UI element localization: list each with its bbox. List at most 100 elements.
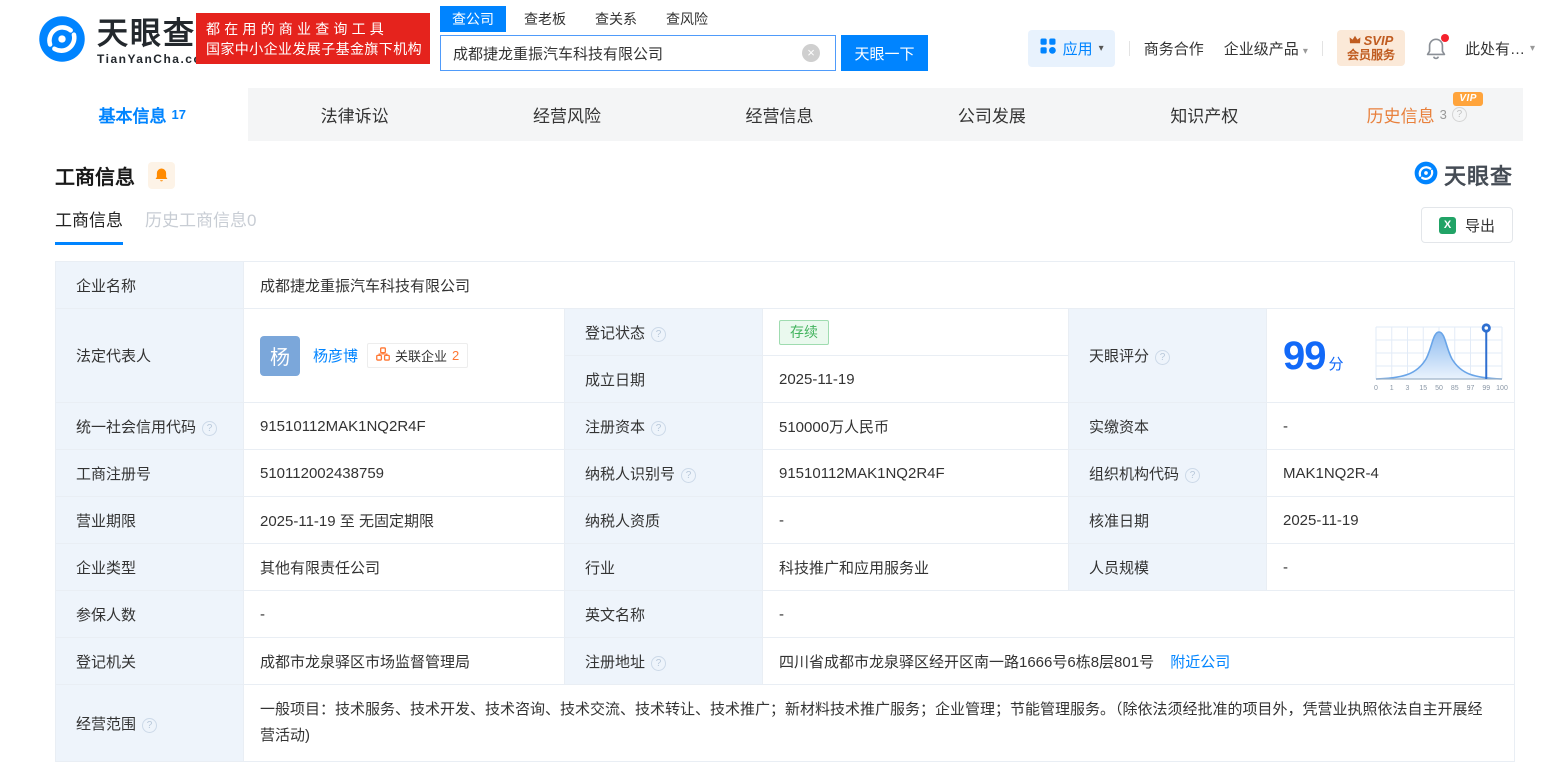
svg-text:85: 85 [1451,385,1459,392]
tab-label: 法律诉讼 [320,107,389,126]
help-icon[interactable]: ? [202,420,218,436]
svip-member-button[interactable]: SVIP 会员服务 [1336,30,1405,66]
chevron-down-icon: ▾ [1529,42,1535,54]
credit-code-label: 统一社会信用代码? [55,402,244,450]
business-scope-label: 经营范围? [55,684,244,762]
tab-legal-proceedings[interactable]: 法律诉讼 [248,88,460,141]
slogan-line-2: 国家中小企业发展子基金旗下机构 [206,41,422,57]
establish-date-value: 2025-11-19 [762,355,1069,403]
table-row: 登记机关 成都市龙泉驿区市场监督管理局 注册地址? 四川省成都市龙泉驿区经开区南… [55,637,1516,685]
credit-code-value: 91510112MAK1NQ2R4F [243,402,565,450]
industry-value: 科技推广和应用服务业 [762,543,1069,591]
company-name-label: 企业名称 [55,261,244,309]
svg-text:97: 97 [1467,385,1475,392]
table-row: 企业名称 成都捷龙重振汽车科技有限公司 [55,261,1516,309]
apps-menu[interactable]: 应用 ▾ [1027,29,1115,67]
tab-label: 知识产权 [1170,107,1239,126]
crown-icon [1349,33,1361,48]
registration-number-value: 510112002438759 [243,449,565,497]
table-row: 参保人数 - 英文名称 - [55,590,1516,638]
search-tab-boss[interactable]: 查老板 [524,9,566,29]
avatar[interactable]: 杨 [260,335,300,376]
help-icon[interactable]: ? [1451,107,1467,122]
nearby-companies-link[interactable]: 附近公司 [1170,654,1230,671]
table-row: 统一社会信用代码? 91510112MAK1NQ2R4F 注册资本? 51000… [55,402,1516,450]
business-term-label: 营业期限 [55,496,244,544]
svg-text:3: 3 [1406,385,1410,392]
tianyan-score-value: 99 分 0 1 3 15 50 85 97 99 100 [1265,308,1516,403]
top-right-nav: 应用 ▾ 商务合作 企业级产品 ▾ SVIP 会员服务 此处有… ▾ [1027,28,1535,68]
site-logo[interactable]: 天眼查 TianYanCha.com [36,13,214,70]
watermark-logo: 天眼查 [1413,159,1513,191]
approval-date-value: 2025-11-19 [1265,496,1516,544]
subtab-history-registration[interactable]: 历史工商信息0 [145,206,256,245]
chevron-down-icon: ▾ [1302,45,1308,57]
help-icon[interactable]: ? [142,717,158,733]
registered-capital-label: 注册资本? [564,402,763,450]
address-text: 四川省成都市龙泉驿区经开区南一路1666号6栋8层801号 [779,653,1155,671]
apps-label: 应用 [1062,40,1093,58]
top-header: 天眼查 TianYanCha.com 都在用的商业查询工具 国家中小企业发展子基… [0,0,1563,88]
svip-label: SVIP [1363,33,1394,48]
subtab-current-registration[interactable]: 工商信息 [55,206,123,245]
related-companies-count: 2 [452,348,460,363]
export-label: 导出 [1464,217,1495,235]
tab-history-info[interactable]: VIP 历史信息 3 ? [1311,88,1523,141]
export-button[interactable]: X 导出 [1420,207,1513,243]
enterprise-products-link[interactable]: 企业级产品 ▾ [1224,38,1308,59]
registered-address-label: 注册地址? [564,637,763,685]
subscribe-bell-button[interactable] [148,161,175,189]
help-icon[interactable]: ? [651,326,667,342]
watermark-brand: 天眼查 [1443,164,1513,189]
legal-rep-link[interactable]: 杨彦博 [313,345,358,366]
org-code-label: 组织机构代码? [1068,449,1267,497]
chevron-down-icon: ▾ [1098,42,1104,54]
notification-bell-button[interactable] [1425,34,1449,60]
industry-label: 行业 [564,543,763,591]
svg-text:15: 15 [1419,385,1427,392]
section-header: 工商信息 天眼查 [55,159,1513,191]
help-icon[interactable]: ? [1155,350,1171,365]
tab-company-development[interactable]: 公司发展 [886,88,1098,141]
tab-count: 3 [1439,107,1447,122]
tab-label: 经营风险 [533,107,602,126]
related-companies-badge[interactable]: 关联企业 2 [367,343,469,368]
registration-authority-label: 登记机关 [55,637,244,685]
slogan-banner: 都在用的商业查询工具 国家中小企业发展子基金旗下机构 [196,13,430,64]
registered-address-value: 四川省成都市龙泉驿区经开区南一路1666号6栋8层801号 附近公司 [761,637,1516,685]
search-tab-risk[interactable]: 查风险 [666,9,708,29]
tab-operating-risk[interactable]: 经营风险 [461,88,673,141]
insured-count-label: 参保人数 [55,590,244,638]
tab-basic-info[interactable]: 基本信息 17 [36,88,249,141]
user-menu[interactable]: 此处有… ▾ [1465,38,1535,59]
search-input[interactable] [440,35,836,71]
table-row: 法定代表人 杨 杨彦博 关联企业 2 登记状态 ? 存续 天眼评分 ? 99 分… [55,308,1516,403]
help-icon[interactable]: ? [651,420,667,436]
help-icon[interactable]: ? [1185,467,1201,483]
tianyancha-company-page: 天眼查 TianYanCha.com 都在用的商业查询工具 国家中小企业发展子基… [0,0,1563,762]
help-icon[interactable]: ? [651,655,667,671]
table-row: 经营范围? 一般项目：技术服务、技术开发、技术咨询、技术交流、技术转让、技术推广… [55,684,1516,762]
enterprise-products-label: 企业级产品 [1223,40,1299,58]
tab-intellectual-property[interactable]: 知识产权 [1098,88,1310,141]
section-title: 工商信息 [55,166,135,189]
apps-icon [1039,37,1057,59]
tianyan-score-label: 天眼评分? [1068,308,1267,403]
approval-date-label: 核准日期 [1068,496,1267,544]
business-cooperation-link[interactable]: 商务合作 [1144,38,1204,59]
clear-search-icon[interactable]: × [802,44,820,62]
vip-badge: VIP [1453,92,1483,106]
search-tab-company[interactable]: 查公司 [440,6,506,32]
user-menu-label: 此处有… [1464,40,1525,58]
help-icon[interactable]: ? [681,467,697,483]
table-row: 企业类型 其他有限责任公司 行业 科技推广和应用服务业 人员规模 - [55,543,1516,591]
tab-business-info[interactable]: 经营信息 [673,88,885,141]
search-area: 查公司 查老板 查关系 查风险 × 天眼一下 [440,6,928,71]
business-info-table: 企业名称 成都捷龙重振汽车科技有限公司 法定代表人 杨 杨彦博 关联企业 2 登… [55,261,1516,762]
english-name-label: 英文名称 [564,590,763,638]
paid-capital-label: 实缴资本 [1068,402,1267,450]
company-type-label: 企业类型 [55,543,244,591]
tab-label: 历史信息 [1366,107,1435,126]
search-tab-relation[interactable]: 查关系 [595,9,637,29]
search-button[interactable]: 天眼一下 [841,35,928,71]
